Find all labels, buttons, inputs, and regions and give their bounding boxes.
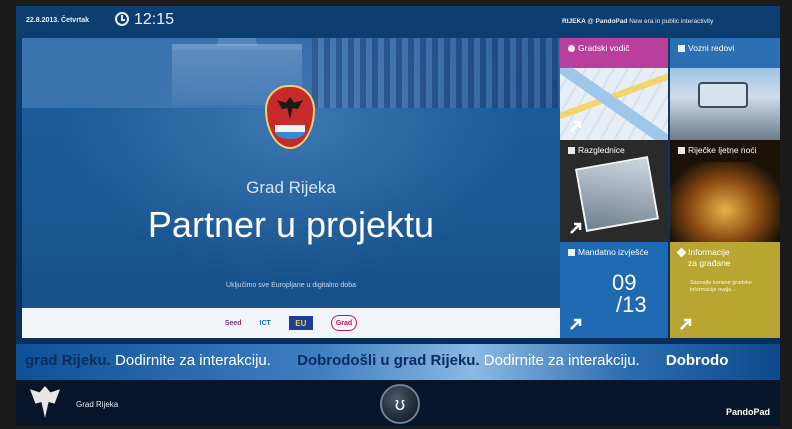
orchestra-image	[312, 38, 560, 108]
eagle-crest-icon	[30, 386, 60, 418]
tile-label: Razglednice	[568, 145, 625, 156]
welcome-ticker[interactable]: grad Rijeku. Dodirnite za interakciju. D…	[16, 344, 780, 380]
tile-description: Saznajte korisne gradske informacije ovdj…	[690, 280, 770, 294]
bus-icon	[678, 45, 685, 52]
hero-subtitle: Grad Rijeka	[246, 178, 336, 197]
hero-tagline: Uključimo sve Europljane u digitalno dob…	[226, 282, 356, 289]
city-name-label: Grad Rijeka	[76, 400, 119, 409]
tile-label-text: Razglednice	[578, 145, 625, 155]
postcards-image	[575, 156, 659, 232]
tile-razglednice[interactable]: Razglednice	[560, 140, 668, 242]
hero-title: Partner u projektu	[147, 204, 435, 245]
kiosk-screen: 22.8.2013. Četvrtak 12:15 RIJEKA @ Pando…	[16, 6, 780, 426]
clock-icon	[115, 12, 129, 26]
ticker-rest: Dodirnite za interakciju.	[115, 352, 271, 369]
tile-informacije-za-gradane[interactable]: Informacije za građane Saznajte korisne g…	[670, 242, 780, 338]
tile-desc-line1: Saznajte korisne gradske	[690, 280, 752, 286]
tile-label: Mandatno izvješće	[568, 247, 648, 258]
arrow-up-right-icon	[568, 220, 584, 236]
tile-label-text: Riječke ljetne noći	[688, 145, 757, 155]
ticker-text: grad Rijeku. Dodirnite za interakciju. D…	[25, 352, 750, 369]
tile-rijecke-ljetne-noci[interactable]: Riječke ljetne noći	[670, 140, 780, 242]
map-pin-icon	[568, 45, 575, 52]
tile-desc-line2: informacije ovdje...	[690, 287, 736, 293]
city-crest-icon	[265, 85, 315, 149]
ict-logo: ICT	[259, 319, 271, 327]
ticker-bold: grad Rijeku.	[25, 352, 111, 369]
tile-label-line1: Informacije	[688, 247, 730, 257]
document-icon	[568, 249, 575, 256]
arrow-up-right-icon	[568, 316, 584, 332]
ticker-bold: Dobrodo	[665, 352, 729, 369]
tile-label-text: Vozni redovi	[688, 43, 735, 53]
report-year-bottom: 13	[622, 292, 647, 317]
image-icon	[568, 147, 575, 154]
time-label: 12:15	[134, 11, 175, 28]
report-years-graphic: 09 /13	[612, 270, 647, 317]
brand-tagline: New era in public interactivity	[629, 18, 714, 25]
tile-label-text: Informacije za građane	[688, 247, 731, 269]
arrow-up-right-icon	[568, 118, 584, 134]
tile-label: Vozni redovi	[678, 43, 734, 54]
tile-gradski-vodic[interactable]: Gradski vodič	[560, 38, 668, 140]
ticker-segment: Dobrodošli u grad Rijeku. Dodirnite za i…	[297, 352, 640, 369]
arrow-up-right-icon	[678, 316, 694, 332]
tile-label: Gradski vodič	[568, 43, 630, 54]
bottom-bar: Grad Rijeka ʊ PandoPad	[16, 380, 780, 426]
home-button[interactable]: ʊ	[380, 384, 420, 424]
tile-label-line2: za građane	[688, 258, 731, 268]
pandopad-logo: PandoPad	[725, 407, 770, 417]
tile-label-text: Gradski vodič	[578, 43, 630, 53]
report-year-top: 09	[612, 270, 637, 295]
bus-image	[698, 82, 748, 108]
tile-label: Riječke ljetne noći	[678, 145, 757, 156]
night-event-photo	[670, 162, 780, 242]
ticker-segment: Dobrodo	[666, 352, 728, 369]
ticker-segment: grad Rijeku. Dodirnite za interakciju.	[25, 352, 271, 369]
date-label: 22.8.2013. Četvrtak	[26, 17, 90, 24]
seed-logo: Seed	[224, 319, 242, 327]
tile-mandatno-izvjesce[interactable]: Mandatno izvješće 09 /13	[560, 242, 668, 338]
ticker-rest: Dodirnite za interakciju.	[483, 352, 640, 369]
brand-line: RIJEKA @ PandoPad New era in public inte…	[562, 18, 713, 25]
ticker-bold: Dobrodošli u grad Rijeku.	[297, 352, 480, 369]
tile-label: Informacije za građane	[676, 247, 731, 269]
info-icon	[676, 247, 687, 258]
brand-bold: RIJEKA @ PandoPad	[562, 18, 628, 25]
city-logo: Grad	[330, 315, 358, 331]
tile-label-text: Mandatno izvješće	[578, 247, 649, 257]
eu-flag-logo: EU	[288, 316, 313, 330]
top-bar: 22.8.2013. Četvrtak 12:15 RIJEKA @ Pando…	[16, 6, 780, 38]
hero-banner[interactable]: Grad Rijeka Partner u projektu Uključimo…	[22, 38, 560, 308]
tile-vozni-redovi[interactable]: Vozni redovi	[670, 38, 780, 140]
pandopad-home-icon: ʊ	[394, 393, 406, 414]
theater-icon	[678, 147, 685, 154]
sponsor-logo-strip: Seed ICT EU Grad	[22, 308, 560, 338]
